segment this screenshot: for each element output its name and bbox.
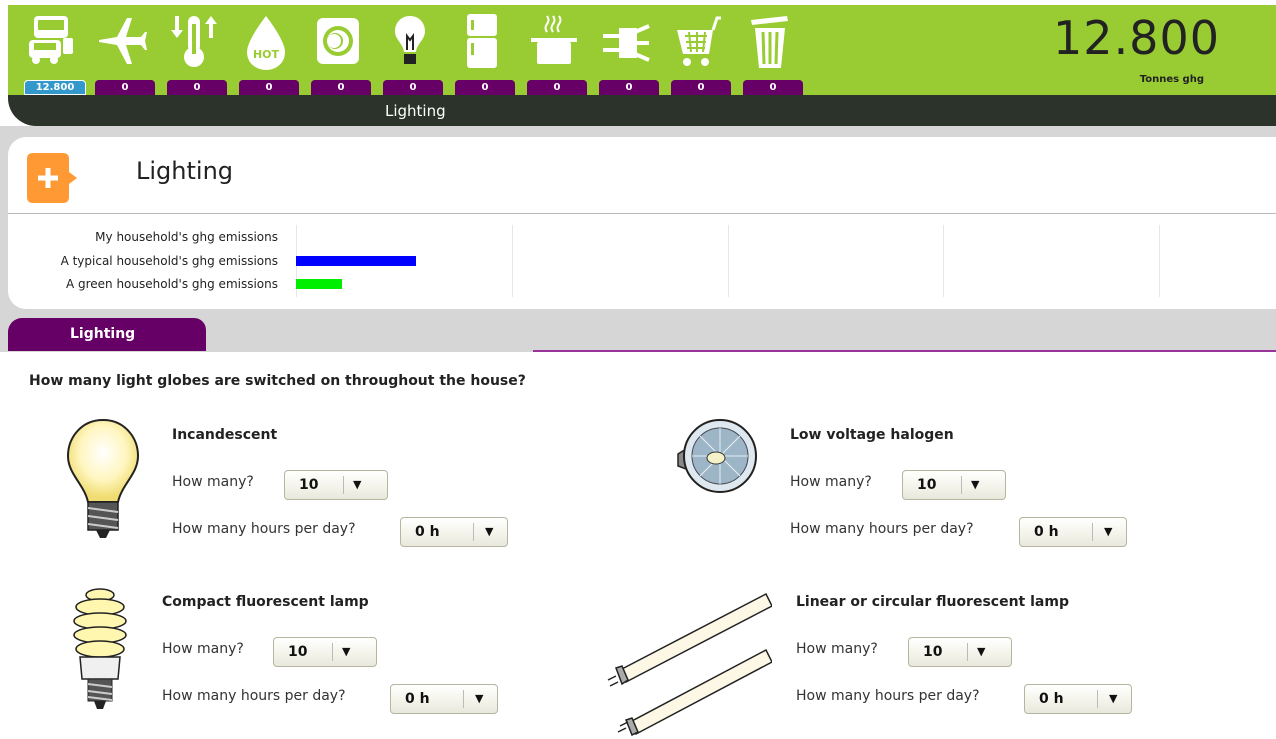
select-value: 10 [288,644,308,660]
section-strip: Lighting [8,95,1276,126]
dropdown-arrow-icon: ▼ [353,478,362,491]
my-household-label: My household's ghg emissions [95,230,278,244]
select-value: 0 h [405,691,430,707]
select-value: 0 h [415,524,440,540]
light-bulb-icon [385,10,435,72]
dropdown-arrow-icon: ▼ [977,645,986,658]
gridline [512,225,513,297]
incandescent-bulb-icon [66,418,140,538]
category-value: 12.800 [24,80,86,95]
category-lighting[interactable]: 0 [379,5,443,95]
incandescent-count-select[interactable]: 10 ▼ [284,470,388,500]
category-waste[interactable]: 0 [739,5,803,95]
category-value: 0 [383,80,443,95]
add-icon[interactable] [25,153,77,203]
dropdown-arrow-icon: ▼ [485,525,494,538]
tab-underline [533,350,1276,352]
question-text: How many light globes are switched on th… [29,373,526,389]
green-household-bar [296,279,342,289]
rubbish-bin-icon [745,10,795,72]
fluorescent-tube-icon [607,592,772,736]
linear-fluorescent-hours-label: How many hours per day? [796,688,980,704]
category-value: 0 [95,80,155,95]
total-emissions-unit: Tonnes ghg [1139,74,1204,85]
incandescent-count-label: How many? [172,474,254,490]
cfl-title: Compact fluorescent lamp [162,594,369,610]
category-value: 0 [743,80,803,95]
linear-fluorescent-count-select[interactable]: 10 ▼ [908,637,1012,667]
incandescent-hours-label: How many hours per day? [172,521,356,537]
select-value: 0 h [1039,691,1064,707]
category-heating-cooling[interactable]: 0 [163,5,227,95]
thermometer-icon [169,10,219,72]
halogen-lamp-icon [677,419,757,493]
dropdown-arrow-icon: ▼ [475,692,484,705]
select-value: 10 [923,644,943,660]
plane-icon [97,10,147,72]
svg-text:HOT: HOT [253,48,280,61]
transport-icon [26,10,76,72]
dropdown-arrow-icon: ▼ [1109,692,1118,705]
incandescent-hours-select[interactable]: 0 h ▼ [400,517,508,547]
linear-fluorescent-title: Linear or circular fluorescent lamp [796,594,1069,610]
category-bar: 12.800 0 0 HOT 0 0 0 0 0 0 0 0 12.800 To… [8,5,1276,95]
category-value: 0 [599,80,659,95]
category-value: 0 [167,80,227,95]
summary-panel: Lighting My household's ghg emissions A … [8,137,1276,309]
incandescent-title: Incandescent [172,427,278,443]
category-value: 0 [239,80,299,95]
gridline [943,225,944,297]
category-hot-water[interactable]: HOT 0 [235,5,299,95]
linear-fluorescent-count-label: How many? [796,641,878,657]
cfl-count-select[interactable]: 10 ▼ [273,637,377,667]
category-appliances[interactable]: 0 [307,5,371,95]
category-shopping[interactable]: 0 [667,5,731,95]
section-strip-title: Lighting [385,102,446,120]
panel-title: Lighting [136,157,234,185]
hot-water-icon: HOT [241,10,291,72]
halogen-count-label: How many? [790,474,872,490]
halogen-hours-label: How many hours per day? [790,521,974,537]
category-electricity[interactable]: 0 [595,5,659,95]
dropdown-arrow-icon: ▼ [971,478,980,491]
category-value: 0 [527,80,587,95]
select-value: 0 h [1034,524,1059,540]
green-household-label: A green household's ghg emissions [65,277,278,291]
divider [8,213,1276,214]
category-value: 0 [311,80,371,95]
category-air-travel[interactable]: 0 [91,5,155,95]
gridline [1159,225,1160,297]
category-value: 0 [671,80,731,95]
halogen-hours-select[interactable]: 0 h ▼ [1019,517,1127,547]
cfl-hours-select[interactable]: 0 h ▼ [390,684,498,714]
cfl-hours-label: How many hours per day? [162,688,346,704]
tab-lighting-label: Lighting [70,326,136,342]
shopping-cart-icon [673,10,723,72]
tab-lighting[interactable]: Lighting [8,318,206,351]
category-value: 0 [455,80,515,95]
total-emissions-value: 12.800 [1053,11,1220,65]
category-transport[interactable]: 12.800 [20,5,86,95]
select-value: 10 [299,477,319,493]
gridline [728,225,729,297]
fridge-icon [457,10,507,72]
washing-machine-icon [313,10,363,72]
cooking-pot-icon [529,10,579,72]
dropdown-arrow-icon: ▼ [1104,525,1113,538]
category-refrigeration[interactable]: 0 [451,5,515,95]
halogen-title: Low voltage halogen [790,427,954,443]
typical-household-bar [296,256,416,266]
cfl-count-label: How many? [162,641,244,657]
power-plug-icon [601,10,651,72]
category-cooking[interactable]: 0 [523,5,587,95]
linear-fluorescent-hours-select[interactable]: 0 h ▼ [1024,684,1132,714]
halogen-count-select[interactable]: 10 ▼ [902,470,1006,500]
compact-fluorescent-icon [73,588,127,709]
dropdown-arrow-icon: ▼ [342,645,351,658]
select-value: 10 [917,477,937,493]
typical-household-label: A typical household's ghg emissions [60,254,278,268]
